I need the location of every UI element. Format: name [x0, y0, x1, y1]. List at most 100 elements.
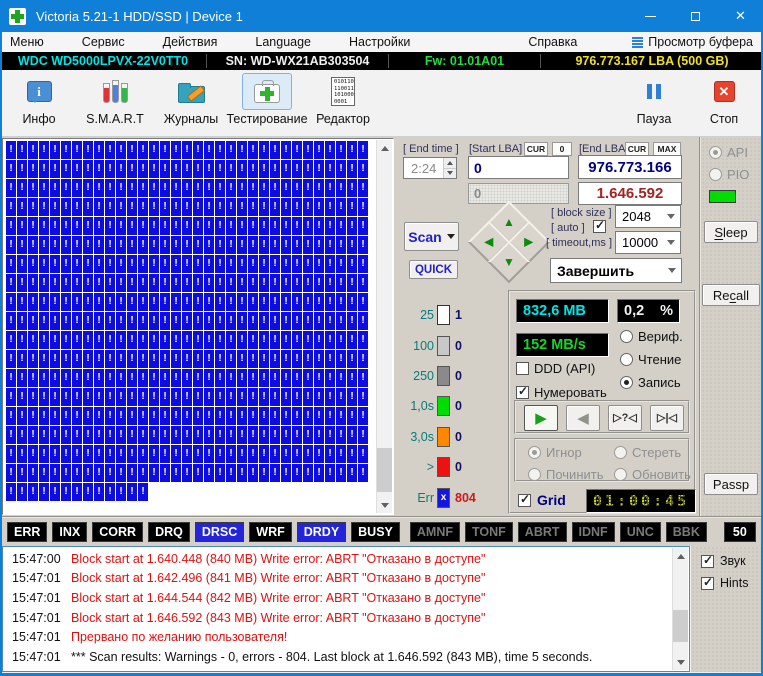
- smart-button[interactable]: S.M.A.R.T: [78, 73, 152, 126]
- info-button[interactable]: i Инфо: [2, 73, 76, 126]
- start-zero-button[interactable]: 0: [552, 142, 572, 156]
- block-cell: !: [281, 160, 291, 178]
- menu-item[interactable]: Действия: [163, 35, 218, 49]
- play-button[interactable]: ▶: [524, 405, 558, 431]
- end-lba-input[interactable]: 976.773.166: [578, 155, 682, 179]
- scroll-thumb[interactable]: [673, 610, 688, 642]
- menu-item[interactable]: Настройки: [349, 35, 410, 49]
- back-button[interactable]: ◀: [566, 405, 600, 431]
- menu-item[interactable]: Меню: [10, 35, 44, 49]
- block-cell: !: [28, 236, 38, 254]
- sound-checkbox[interactable]: [701, 555, 714, 568]
- block-cell: !: [6, 217, 16, 235]
- auto-checkbox[interactable]: [593, 220, 606, 233]
- timeout-label: [ timeout,ms ]: [546, 237, 612, 249]
- block-cell: !: [28, 141, 38, 159]
- block-cell: !: [83, 369, 93, 387]
- block-cell: !: [248, 217, 258, 235]
- remap-option[interactable]: Обновить: [614, 467, 691, 482]
- block-cell: !: [270, 426, 280, 444]
- grid-checkbox[interactable]: [518, 494, 531, 507]
- block-cell: !: [72, 274, 82, 292]
- block-cell: !: [336, 274, 346, 292]
- scroll-up-button[interactable]: [673, 548, 688, 564]
- block-cell: !: [116, 388, 126, 406]
- hints-option[interactable]: Hints: [701, 576, 748, 590]
- hints-checkbox[interactable]: [701, 577, 714, 590]
- end-max-button[interactable]: MAX: [653, 142, 681, 156]
- spin-down-button[interactable]: [444, 169, 456, 179]
- block-cell: !: [259, 426, 269, 444]
- sidebar-radio-pio[interactable]: PIO: [709, 167, 749, 182]
- block-cell: !: [138, 217, 148, 235]
- end-time-spinner[interactable]: 2:24: [403, 157, 457, 179]
- sidebar-button-passp[interactable]: Passp: [704, 473, 758, 495]
- block-cell: !: [127, 331, 137, 349]
- spin-up-button[interactable]: [444, 158, 456, 169]
- remap-option[interactable]: Починить: [528, 467, 614, 482]
- seek-test-button[interactable]: ▷?◁: [608, 405, 642, 431]
- blockmap-scrollbar[interactable]: [376, 140, 392, 513]
- remap-option[interactable]: Игнор: [528, 445, 614, 460]
- block-cell: !: [39, 464, 49, 482]
- stop-button[interactable]: ✕ Стоп: [695, 73, 753, 126]
- sidebar-radio-api[interactable]: API: [709, 145, 748, 160]
- error-flag-idnf: IDNF: [572, 522, 615, 542]
- block-cell: !: [149, 312, 159, 330]
- maximize-button[interactable]: [673, 0, 718, 32]
- scroll-thumb[interactable]: [377, 448, 392, 492]
- block-cell: !: [358, 445, 368, 463]
- legend-count: 0: [455, 430, 462, 444]
- toggle-option[interactable]: Нумеровать: [516, 385, 607, 400]
- park-button[interactable]: ▷|◁: [650, 405, 684, 431]
- log-scrollbar[interactable]: [672, 548, 688, 670]
- block-cell: !: [193, 369, 203, 387]
- block-cell: !: [248, 160, 258, 178]
- block-cell: !: [292, 255, 302, 273]
- remap-option[interactable]: Стереть: [614, 445, 691, 460]
- menu-item[interactable]: Language: [255, 35, 311, 49]
- status-flags-bar: ERRINXCORRDRQDRSCWRFDRDYBUSYAMNFTONFABRT…: [0, 516, 763, 546]
- mode-radio-option[interactable]: Чтение: [620, 352, 683, 367]
- pause-button[interactable]: Пауза: [625, 73, 683, 126]
- block-map: !!!!!!!!!!!!!!!!!!!!!!!!!!!!!!!!!!!!!!!!…: [6, 141, 374, 512]
- sound-option[interactable]: Звук: [701, 554, 746, 568]
- timeout-select[interactable]: 10000: [615, 231, 681, 254]
- block-cell: !: [193, 160, 203, 178]
- scan-button[interactable]: Scan: [404, 222, 459, 251]
- scroll-down-button[interactable]: [377, 497, 392, 513]
- menu-item[interactable]: Справка: [528, 35, 577, 49]
- sidebar-button-recall[interactable]: Recall: [702, 284, 760, 306]
- block-cell: !: [138, 445, 148, 463]
- mode-radio-option[interactable]: Запись: [620, 375, 683, 390]
- toggle-option[interactable]: DDD (API): [516, 361, 607, 376]
- block-cell: !: [6, 255, 16, 273]
- start-lba-input[interactable]: 0: [468, 156, 569, 179]
- chevron-down-icon: [668, 268, 676, 273]
- close-button[interactable]: ✕: [718, 0, 763, 32]
- sidebar-button-sleep[interactable]: Sleep: [704, 221, 758, 243]
- journals-button[interactable]: Журналы: [154, 73, 228, 126]
- timing-legend: 251100025001,0s03,0s0>0Errx804: [402, 300, 476, 513]
- end-cur-button[interactable]: CUR: [625, 142, 649, 156]
- block-cell: !: [160, 255, 170, 273]
- mode-radio-option[interactable]: Вериф.: [620, 329, 683, 344]
- start-cur-button[interactable]: CUR: [524, 142, 548, 156]
- block-cell: !: [226, 445, 236, 463]
- log-panel: 15:47:00Block start at 1.640.448 (840 MB…: [2, 546, 690, 672]
- testing-button[interactable]: Тестирование: [230, 73, 304, 126]
- scroll-down-button[interactable]: [673, 654, 688, 670]
- editor-button[interactable]: 0101101100111010000001 Редактор: [306, 73, 380, 126]
- block-row: !!!!!!!!!!!!!!!!!!!!!!!!!!!!!!!!!: [6, 141, 374, 160]
- block-size-select[interactable]: 2048: [615, 205, 681, 228]
- block-cell: !: [116, 198, 126, 216]
- scroll-up-button[interactable]: [377, 140, 392, 156]
- block-cell: !: [17, 445, 27, 463]
- menu-item[interactable]: Сервис: [82, 35, 125, 49]
- block-cell: !: [182, 350, 192, 368]
- buffer-view-button[interactable]: Просмотр буфера: [632, 35, 753, 49]
- block-cell: !: [116, 160, 126, 178]
- on-end-action-select[interactable]: Завершить: [550, 258, 682, 283]
- minimize-button[interactable]: [628, 0, 673, 32]
- quick-button[interactable]: QUICK: [409, 260, 458, 279]
